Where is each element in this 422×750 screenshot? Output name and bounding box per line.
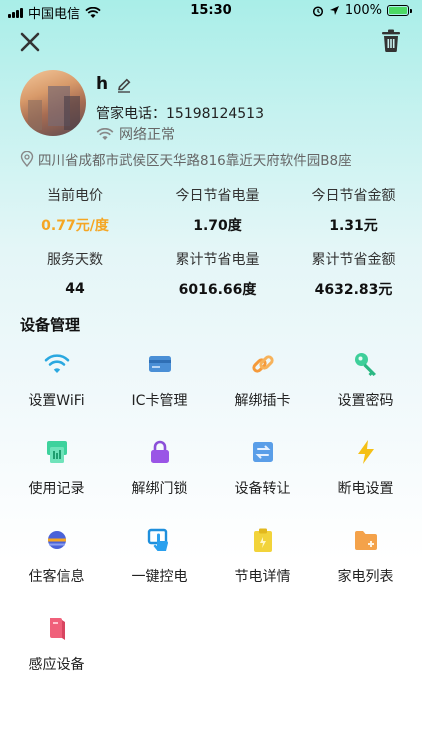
location-pin-icon — [20, 151, 34, 167]
guest-icon — [47, 531, 66, 549]
stat-label-price: 当前电价 — [47, 188, 103, 204]
sensor-icon — [49, 618, 65, 640]
location-arrow-icon — [329, 6, 339, 15]
avatar[interactable] — [20, 70, 86, 136]
stats-row-labels: 服务天数 累计节省电量 累计节省金额 — [0, 244, 422, 274]
section-title-device-management: 设备管理 — [20, 316, 81, 334]
device-item-appliance-list[interactable]: 家电列表 — [313, 526, 418, 606]
trash-icon[interactable] — [380, 29, 402, 53]
device-label: 一键控电 — [131, 569, 188, 585]
user-name: h — [96, 74, 109, 94]
lightning-icon — [357, 440, 374, 464]
stats-row-labels: 当前电价 今日节省电量 今日节省金额 — [0, 180, 422, 210]
top-bar — [0, 28, 422, 56]
link-icon — [251, 355, 274, 373]
device-label: 设置WiFi — [28, 393, 85, 409]
device-label: 解绑插卡 — [234, 393, 291, 409]
stat-label-total-energy: 累计节省电量 — [175, 252, 260, 268]
stat-value-price: 0.77元/度 — [41, 218, 109, 234]
device-label: IC卡管理 — [131, 393, 188, 409]
device-label: 节电详情 — [234, 569, 291, 585]
device-item-wifi[interactable]: 设置WiFi — [4, 350, 109, 430]
wifi-icon — [96, 127, 114, 140]
device-label: 设备转让 — [234, 481, 291, 497]
device-item-ic-card[interactable]: IC卡管理 — [107, 350, 212, 430]
battery-icon — [387, 5, 412, 16]
wifi-icon — [44, 354, 69, 373]
butler-phone[interactable]: 管家电话：15198124513 — [96, 103, 264, 123]
device-label: 住客信息 — [28, 569, 85, 585]
stat-value-service-days: 44 — [65, 281, 85, 297]
device-item-one-key-control[interactable]: 一键控电 — [107, 526, 212, 606]
device-label: 家电列表 — [337, 569, 394, 585]
card-icon — [148, 356, 171, 372]
device-item-power-off[interactable]: 断电设置 — [313, 438, 418, 518]
device-label: 断电设置 — [337, 481, 394, 497]
record-icon — [46, 441, 67, 463]
address-text: 四川省成都市武侯区天华路816靠近天府软件园B8座 — [38, 153, 352, 169]
device-label: 设置密码 — [337, 393, 394, 409]
phone-label: 管家电话： — [96, 106, 166, 122]
device-label: 解绑门锁 — [131, 481, 188, 497]
key-icon — [354, 353, 376, 376]
device-item-unbind-card[interactable]: 解绑插卡 — [210, 350, 315, 430]
stat-value-total-energy: 6016.66度 — [178, 282, 257, 298]
stat-label-total-money: 累计节省金额 — [311, 252, 396, 268]
status-bar: 中国电信 15:30 100% — [0, 0, 422, 22]
stats-panel: 当前电价 今日节省电量 今日节省金额 0.77元/度 1.70度 1.31元 服… — [0, 180, 422, 304]
touch-icon — [147, 528, 168, 551]
device-item-sensor[interactable]: 感应设备 — [4, 614, 109, 694]
device-item-usage-record[interactable]: 使用记录 — [4, 438, 109, 518]
network-status: 网络正常 — [96, 124, 175, 144]
stat-value-total-money: 4632.83元 — [314, 282, 393, 298]
device-item-transfer[interactable]: 设备转让 — [210, 438, 315, 518]
device-label: 感应设备 — [28, 657, 85, 673]
device-label: 使用记录 — [28, 481, 85, 497]
battery-percent: 100% — [344, 3, 382, 18]
stat-label-service-days: 服务天数 — [47, 252, 103, 268]
lock-icon — [150, 440, 169, 463]
stat-label-today-money: 今日节省金额 — [311, 188, 396, 204]
stat-label-today-energy: 今日节省电量 — [175, 188, 260, 204]
transfer-icon — [252, 442, 273, 462]
stats-row-values: 0.77元/度 1.70度 1.31元 — [0, 210, 422, 240]
alarm-icon — [312, 5, 323, 17]
stats-row-values: 44 6016.66度 4632.83元 — [0, 274, 422, 304]
address: 四川省成都市武侯区天华路816靠近天府软件园B8座 — [20, 149, 415, 169]
stat-value-today-energy: 1.70度 — [193, 218, 242, 234]
network-status-label: 网络正常 — [119, 127, 175, 143]
profile-card: h 管家电话：15198124513 网络正常 — [20, 70, 410, 143]
phone-number: 15198124513 — [166, 106, 264, 122]
device-item-guest-info[interactable]: 住客信息 — [4, 526, 109, 606]
clipboard-icon — [253, 528, 272, 552]
folder-icon — [354, 531, 377, 550]
edit-icon[interactable] — [116, 77, 132, 93]
device-item-unbind-lock[interactable]: 解绑门锁 — [107, 438, 212, 518]
device-item-saving-detail[interactable]: 节电详情 — [210, 526, 315, 606]
close-icon[interactable] — [18, 30, 42, 54]
device-item-set-password[interactable]: 设置密码 — [313, 350, 418, 430]
stat-value-today-money: 1.31元 — [329, 218, 378, 234]
